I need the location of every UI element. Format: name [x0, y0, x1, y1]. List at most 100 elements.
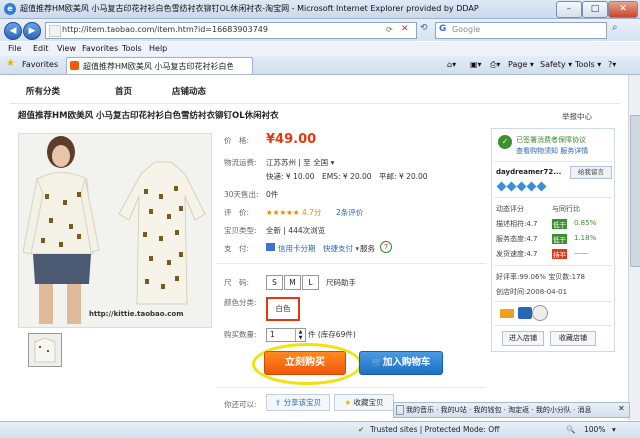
payment-options[interactable]: 信用卡分期 快捷支付 ▾: [278, 243, 359, 254]
tab-active[interactable]: 超值推荐HM欧美风 小马复古印花衬衫白色雪纺...: [66, 57, 253, 74]
safety-menu[interactable]: Safety ▾: [540, 60, 572, 69]
product-thumbnail[interactable]: [28, 333, 62, 367]
refresh-icon[interactable]: ⟳: [386, 25, 393, 34]
star-icon[interactable]: ★: [6, 59, 15, 69]
price-label: 价 格:: [224, 136, 250, 145]
shopnav-home[interactable]: 首页: [115, 85, 132, 97]
shop-created-text: 创店时间:2008-04-01: [496, 288, 568, 296]
menu-edit[interactable]: Edit: [33, 44, 49, 53]
divider: [216, 263, 486, 264]
taobao-bottom-toolbar: 我的音乐 · 我的U站 · 我的钱包 · 淘定返 · 我的小分队 · 消息 ✕: [393, 402, 630, 418]
scrollbar-thumb[interactable]: [630, 115, 640, 267]
share-button[interactable]: ⇪ 分享该宝贝: [266, 394, 330, 411]
divider: [10, 103, 620, 104]
seller-name[interactable]: daydreamer72...: [496, 168, 561, 176]
score-row-pct: 1.18%: [574, 234, 597, 242]
size-option-m[interactable]: M: [284, 275, 301, 290]
cart-icon: 🛒: [371, 358, 383, 368]
address-bar[interactable]: http://item.taobao.com/item.htm?id=16683…: [45, 22, 417, 39]
diamond-icon: [506, 181, 517, 192]
vertical-scrollbar[interactable]: [628, 75, 640, 420]
favorites-button[interactable]: Favorites: [22, 60, 58, 69]
feeds-icon[interactable]: ▣▾: [470, 60, 482, 69]
go-icon[interactable]: ⟲: [420, 23, 428, 33]
divider: [494, 161, 612, 162]
collect-shop-button[interactable]: 收藏店铺: [550, 331, 596, 346]
contact-seller-button[interactable]: 给我留言: [570, 166, 612, 179]
quantity-input[interactable]: 1 ▲ ▼: [266, 328, 306, 342]
window-title-bar: e 超值推荐HM欧美风 小马复古印花衬衫白色雪纺衬衣铆钉OL休闲衬衣-淘宝网 -…: [0, 0, 640, 19]
back-button[interactable]: ◀: [4, 22, 22, 40]
size-help-link[interactable]: 尺码助手: [326, 277, 356, 288]
diamond-icon: [536, 181, 547, 192]
score-row-pct: 0.85%: [574, 219, 597, 227]
stock-text: 件 (库存69件): [308, 330, 356, 339]
seller-panel: ✓ 已签署消费者保障协议 查看购物须知 服务详情 daydreamer72...…: [491, 128, 615, 352]
score-row-tag: 低于: [552, 219, 567, 229]
size-option-s[interactable]: S: [266, 275, 283, 290]
color-label: 颜色分类:: [224, 298, 257, 307]
toolbar-links[interactable]: 我的音乐 · 我的U站 · 我的钱包 · 淘定返 · 我的小分队 · 消息: [406, 405, 592, 415]
menu-help[interactable]: Help: [149, 44, 167, 53]
shield-icon: ✓: [498, 135, 512, 149]
shopnav-all-categories[interactable]: 所有分类: [26, 85, 60, 97]
tab-title: 超值推荐HM欧美风 小马复古印花衬衫白色雪纺...: [83, 62, 233, 71]
buy-now-button[interactable]: 立刻购买: [264, 351, 346, 375]
divider: [494, 197, 612, 198]
product-main-image[interactable]: http://kittie.taobao.com: [18, 133, 212, 328]
menu-bar: File Edit View Favorites Tools Help: [0, 42, 640, 56]
collect-item-button[interactable]: ★ 收藏宝贝: [334, 394, 394, 411]
forward-button[interactable]: ▶: [23, 22, 41, 40]
maximize-button[interactable]: □: [582, 1, 608, 18]
collect-label: 收藏宝贝: [353, 398, 384, 407]
payment-label: 支 付:: [224, 244, 250, 253]
search-icon[interactable]: ⌕: [612, 22, 618, 33]
rating-count-link[interactable]: 2条评价: [336, 207, 363, 218]
toolbar-close-icon[interactable]: ✕: [618, 404, 625, 413]
add-to-cart-button[interactable]: 🛒加入购物车: [359, 351, 443, 375]
collect-star-icon: ★: [344, 398, 354, 407]
stop-icon[interactable]: ✕: [401, 24, 409, 34]
print-icon[interactable]: ⎙▾: [490, 60, 500, 70]
taobao-favicon-icon: [70, 61, 79, 70]
divider: [494, 325, 612, 326]
zoom-icon[interactable]: 🔍: [566, 425, 575, 434]
product-title: 超值推荐HM欧美风 小马复古印花衬衫白色雪纺衬衣铆钉OL休闲衬衣: [18, 111, 279, 121]
search-input[interactable]: G Google: [435, 22, 607, 39]
seven-day-return-icon: 7: [380, 241, 392, 253]
minimize-button[interactable]: –: [556, 1, 582, 18]
menu-tools[interactable]: Tools: [122, 44, 142, 53]
color-option-white[interactable]: 白色: [266, 297, 300, 321]
shopnav-news[interactable]: 店铺动态: [172, 85, 206, 97]
zoom-level[interactable]: 100%: [584, 425, 605, 434]
protection-links[interactable]: 查看购物须知 服务详情: [516, 146, 588, 156]
report-link[interactable]: 举报中心: [562, 111, 592, 122]
score-row-tag: 持平: [552, 249, 567, 259]
size-option-l[interactable]: L: [302, 275, 319, 290]
size-label: 尺 码:: [224, 278, 250, 287]
score-row-pct: ——: [574, 249, 588, 257]
home-icon[interactable]: ⌂▾: [447, 60, 456, 69]
page-menu[interactable]: Page ▾: [508, 60, 534, 69]
shipping-label: 物流运费:: [224, 158, 257, 167]
toolbar-icon: [396, 405, 404, 415]
score-row-tag: 低于: [552, 234, 567, 244]
divider: [494, 265, 612, 266]
status-bar: ✔ Trusted sites | Protected Mode: Off 🔍 …: [0, 421, 640, 438]
card-icon: [500, 309, 514, 318]
quantity-stepper[interactable]: ▲ ▼: [295, 329, 305, 341]
zoom-dropdown-icon[interactable]: ▾: [612, 425, 616, 434]
help-icon[interactable]: ?▾: [608, 60, 616, 69]
menu-view[interactable]: View: [57, 44, 76, 53]
item-type-label: 宝贝类型:: [224, 226, 257, 235]
menu-file[interactable]: File: [8, 44, 21, 53]
enter-shop-button[interactable]: 进入店铺: [502, 331, 544, 346]
menu-favorites[interactable]: Favorites: [82, 44, 118, 53]
ie-icon: e: [4, 3, 16, 15]
tools-menu[interactable]: Tools ▾: [575, 60, 601, 69]
shipping-origin[interactable]: 江苏苏州 | 至 全国 ▾: [266, 157, 334, 168]
close-button[interactable]: ✕: [608, 1, 638, 18]
score-row-label: 服务态度:4.7: [496, 235, 538, 243]
score-header: 动态评分: [496, 205, 524, 213]
web-page: 所有分类 首页 店铺动态 超值推荐HM欧美风 小马复古印花衬衫白色雪纺衬衣铆钉O…: [0, 75, 628, 420]
